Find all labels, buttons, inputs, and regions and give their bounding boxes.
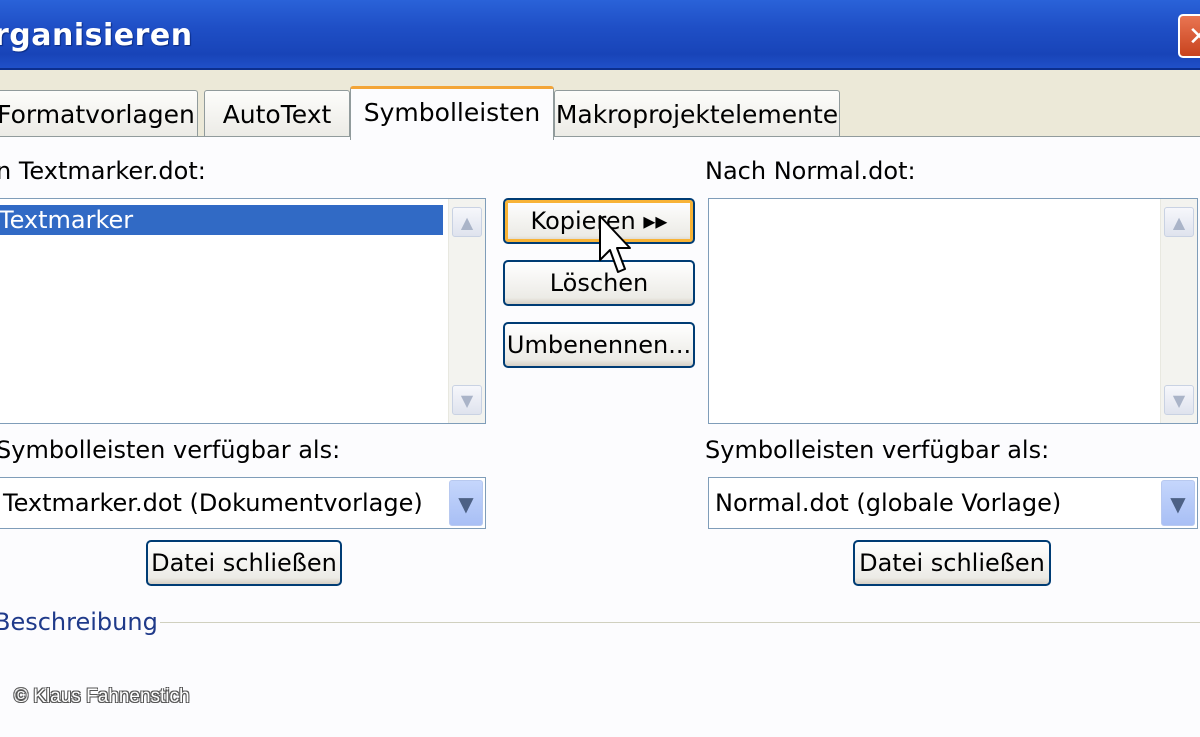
right-scrollbar[interactable]: ▲ ▼ xyxy=(1160,199,1197,423)
scroll-up-icon[interactable]: ▲ xyxy=(452,207,482,237)
select-value: Textmarker.dot (Dokumentvorlage) xyxy=(3,489,423,517)
left-scrollbar[interactable]: ▲ ▼ xyxy=(448,199,485,423)
left-list-label: n Textmarker.dot: xyxy=(0,157,206,185)
tab-label: Formatvorlagen xyxy=(0,100,195,129)
tab-symbolleisten[interactable]: Symbolleisten xyxy=(350,86,554,140)
title-bar: rganisieren ✕ xyxy=(0,0,1200,70)
description-divider xyxy=(160,622,1200,623)
left-listbox[interactable]: Textmarker ▲ ▼ xyxy=(0,198,486,424)
tab-label: Symbolleisten xyxy=(363,98,541,127)
chevron-down-icon[interactable]: ▼ xyxy=(1161,480,1195,526)
scroll-down-icon[interactable]: ▼ xyxy=(452,385,482,415)
tab-makroprojektelemente[interactable]: Makroprojektelemente xyxy=(554,90,840,136)
tab-formatvorlagen[interactable]: Formatvorlagen xyxy=(0,90,198,136)
tab-autotext[interactable]: AutoText xyxy=(204,90,350,136)
mouse-cursor-icon xyxy=(599,215,631,273)
copyright-watermark: © Klaus Fahnenstich xyxy=(14,686,190,707)
window-title: rganisieren xyxy=(0,18,193,53)
scroll-up-icon[interactable]: ▲ xyxy=(1164,207,1194,237)
left-available-label: Symbolleisten verfügbar als: xyxy=(0,436,341,464)
right-available-label: Symbolleisten verfügbar als: xyxy=(705,436,1050,464)
left-close-file-button[interactable]: Datei schließen xyxy=(146,540,342,586)
tab-label: Makroprojektelemente xyxy=(555,100,839,129)
left-available-select[interactable]: Textmarker.dot (Dokumentvorlage) ▼ xyxy=(0,477,486,529)
close-icon[interactable]: ✕ xyxy=(1178,14,1200,58)
right-close-file-button[interactable]: Datei schließen xyxy=(853,540,1051,586)
chevron-down-icon[interactable]: ▼ xyxy=(449,480,483,526)
select-value: Normal.dot (globale Vorlage) xyxy=(715,489,1062,517)
right-list-label: Nach Normal.dot: xyxy=(705,157,916,185)
tab-label: AutoText xyxy=(222,100,332,129)
right-listbox[interactable]: ▲ ▼ xyxy=(708,198,1198,424)
right-available-select[interactable]: Normal.dot (globale Vorlage) ▼ xyxy=(708,477,1198,529)
description-label: Beschreibung xyxy=(0,608,158,636)
rename-button[interactable]: Umbenennen... xyxy=(503,322,695,368)
list-item[interactable]: Textmarker xyxy=(0,205,443,235)
scroll-down-icon[interactable]: ▼ xyxy=(1164,385,1194,415)
